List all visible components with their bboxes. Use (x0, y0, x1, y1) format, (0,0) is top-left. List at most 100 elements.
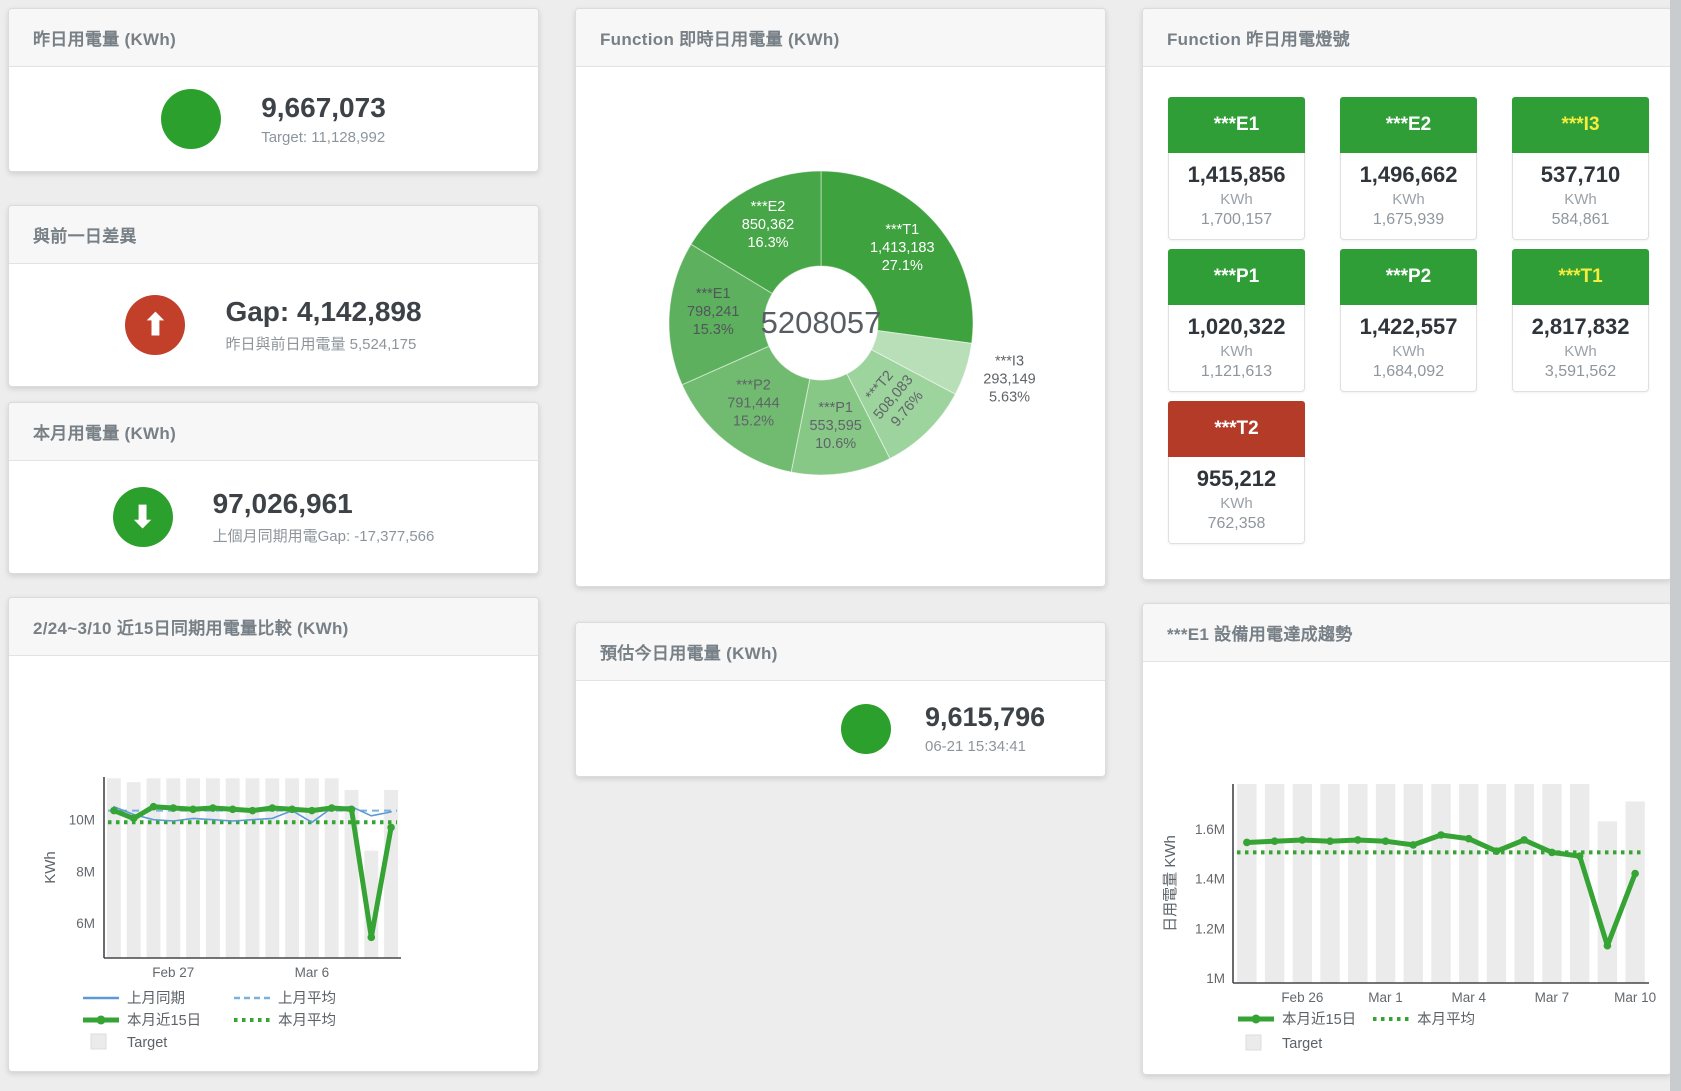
tile-name: ***T1 (1512, 249, 1649, 305)
svg-text:本月平均: 本月平均 (278, 1012, 336, 1029)
card-light-signals: Function 昨日用電燈號 ***E1 1,415,856 KWh 1,700,1… (1142, 8, 1672, 580)
tile-name: ***T2 (1168, 401, 1305, 457)
month-usage-value: 97,026,961 (213, 488, 435, 520)
svg-text:Mar 4: Mar 4 (1451, 990, 1486, 1005)
estimate-today-value: 9,615,796 (925, 702, 1045, 733)
estimate-timestamp: 06-21 15:34:41 (925, 738, 1045, 755)
card-title: ***E1 設備用電達成趨勢 (1143, 604, 1671, 662)
svg-text:上月同期: 上月同期 (127, 990, 185, 1007)
svg-text:1M: 1M (1206, 971, 1225, 986)
card-day-gap: 與前一日差異 ⬆ Gap: 4,142,898 昨日與前日用電量 5,524,1… (8, 205, 539, 387)
svg-text:Target: Target (1282, 1036, 1322, 1052)
tile-unit: KWh (1169, 495, 1304, 512)
svg-text:Feb 27: Feb 27 (152, 965, 194, 980)
svg-text:本月近15日: 本月近15日 (127, 1012, 201, 1029)
light-tiles: ***E1 1,415,856 KWh 1,700,157 ***E2 1,496,662… (1168, 97, 1650, 557)
green-status-circle-icon (841, 704, 891, 754)
svg-text:1.4M: 1.4M (1195, 872, 1225, 887)
tile-unit: KWh (1169, 191, 1304, 208)
light-tile-p1[interactable]: ***P11,020,322KWh1,121,613 (1168, 249, 1305, 392)
up-arrow-icon: ⬆ (143, 308, 168, 343)
yesterday-usage-target: Target: 11,128,992 (261, 129, 386, 146)
tile-name: ***E2 (1340, 97, 1477, 153)
dashboard-page: 昨日用電量 (KWh) 9,667,073 Target: 11,128,992… (0, 0, 1681, 1091)
legend-item[interactable]: Target (91, 1034, 167, 1051)
svg-text:8M: 8M (76, 864, 95, 879)
light-tile-p2[interactable]: ***P21,422,557KWh1,684,092 (1340, 249, 1477, 392)
card-estimate-today: 預估今日用電量 (KWh) 9,615,796 06-21 15:34:41 (575, 622, 1106, 777)
svg-text:Target: Target (127, 1035, 167, 1051)
tile-target-value: 1,700,157 (1169, 211, 1304, 229)
tile-value: 1,496,662 (1341, 162, 1476, 188)
tile-target-value: 1,121,613 (1169, 363, 1304, 381)
green-status-circle-icon (161, 89, 221, 149)
tile-unit: KWh (1513, 191, 1648, 208)
tile-value: 2,817,832 (1513, 314, 1648, 340)
tile-name: ***I3 (1512, 97, 1649, 153)
svg-text:本月近15日: 本月近15日 (1282, 1011, 1356, 1028)
svg-text:Mar 6: Mar 6 (295, 965, 330, 980)
legend-item[interactable]: 上月同期 (83, 990, 185, 1007)
card-month-usage: 本月用電量 (KWh) ⬇ 97,026,961 上個月同期用電Gap: -17… (8, 402, 539, 574)
tile-value: 1,020,322 (1169, 314, 1304, 340)
svg-text:KWh: KWh (42, 851, 59, 884)
svg-text:1.6M: 1.6M (1195, 822, 1225, 837)
svg-text:Feb 26: Feb 26 (1281, 990, 1323, 1005)
legend-item[interactable]: 本月近15日 (83, 1012, 201, 1029)
realtime-usage-donut-chart[interactable]: ***T11,413,18327.1%***I3293,1495.63%***T… (576, 67, 1105, 586)
tile-name: ***P2 (1340, 249, 1477, 305)
svg-text:Mar 7: Mar 7 (1535, 990, 1570, 1005)
compare-15day-chart[interactable]: 6M8M10MFeb 27Mar 6KWh上月同期上月平均本月近15日本月平均T… (9, 656, 538, 1071)
day-gap-value: Gap: 4,142,898 (225, 296, 421, 328)
card-realtime-donut: Function 即時日用電量 (KWh) ***T11,413,18327.1… (575, 8, 1106, 587)
down-arrow-icon: ⬇ (130, 500, 155, 535)
light-tile-e2[interactable]: ***E2 1,496,662 KWh 1,675,939 (1340, 97, 1477, 240)
tile-value: 1,415,856 (1169, 162, 1304, 188)
tile-value: 537,710 (1513, 162, 1648, 188)
green-status-circle-icon: ⬇ (113, 487, 173, 547)
donut-slice-label: ***I3293,1495.63% (983, 354, 1035, 406)
red-status-circle-icon: ⬆ (125, 295, 185, 355)
svg-text:上月平均: 上月平均 (278, 990, 336, 1007)
card-title: 與前一日差異 (9, 206, 538, 264)
legend-item[interactable]: 本月近15日 (1238, 1011, 1356, 1028)
tile-unit: KWh (1169, 343, 1304, 360)
tile-value: 955,212 (1169, 466, 1304, 492)
tile-target-value: 1,675,939 (1341, 211, 1476, 229)
tile-name: ***E1 (1168, 97, 1305, 153)
scrollbar[interactable] (1670, 0, 1681, 1091)
light-tile-e1[interactable]: ***E1 1,415,856 KWh 1,700,157 (1168, 97, 1305, 240)
svg-text:Mar 1: Mar 1 (1368, 990, 1403, 1005)
tile-unit: KWh (1341, 343, 1476, 360)
legend-item[interactable]: 本月平均 (1373, 1011, 1475, 1028)
month-usage-gap: 上個月同期用電Gap: -17,377,566 (213, 525, 435, 546)
tile-target-value: 762,358 (1169, 515, 1304, 533)
card-title: 預估今日用電量 (KWh) (576, 623, 1105, 681)
tile-target-value: 1,684,092 (1341, 363, 1476, 381)
card-title: 2/24~3/10 近15日同期用電量比較 (KWh) (9, 598, 538, 656)
tile-target-value: 584,861 (1513, 211, 1648, 229)
card-title: 昨日用電量 (KWh) (9, 9, 538, 67)
light-tile-i3[interactable]: ***I3 537,710 KWh 584,861 (1512, 97, 1649, 240)
tile-unit: KWh (1341, 191, 1476, 208)
legend-item[interactable]: Target (1246, 1035, 1322, 1052)
legend-item[interactable]: 本月平均 (234, 1012, 336, 1029)
donut-center-total: 5208057 (761, 305, 882, 340)
tile-unit: KWh (1513, 343, 1648, 360)
svg-text:Mar 10: Mar 10 (1614, 990, 1656, 1005)
card-compare-chart: 2/24~3/10 近15日同期用電量比較 (KWh) 6M8M10MFeb 2… (8, 597, 539, 1072)
svg-text:日用電量 KWh: 日用電量 KWh (1162, 835, 1179, 932)
svg-text:6M: 6M (76, 916, 95, 931)
day-gap-subtext: 昨日與前日用電量 5,524,175 (225, 333, 421, 354)
card-title: Function 昨日用電燈號 (1143, 9, 1671, 67)
yesterday-usage-value: 9,667,073 (261, 92, 386, 124)
e1-trend-chart[interactable]: 1M 1.2M 1.4M 1.6M Feb 26 Mar 1 Mar 4 Mar 7 Mar 1… (1143, 662, 1671, 1074)
svg-text:本月平均: 本月平均 (1417, 1011, 1475, 1028)
tile-target-value: 3,591,562 (1513, 363, 1648, 381)
light-tile-t1[interactable]: ***T1 2,817,832 KWh 3,591,562 (1512, 249, 1649, 392)
legend-item[interactable]: 上月平均 (234, 990, 336, 1007)
light-tile-t2[interactable]: ***T2 955,212 KWh 762,358 (1168, 401, 1305, 544)
card-title: Function 即時日用電量 (KWh) (576, 9, 1105, 67)
svg-text:1.2M: 1.2M (1195, 921, 1225, 936)
card-title: 本月用電量 (KWh) (9, 403, 538, 461)
